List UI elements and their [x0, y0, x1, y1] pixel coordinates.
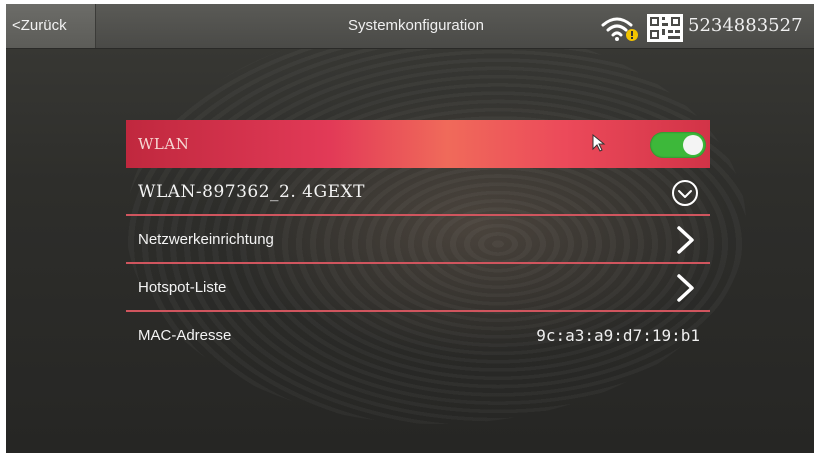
toggle-knob: [683, 135, 703, 155]
chevron-right-icon: [677, 226, 694, 254]
mac-address-row: MAC-Adresse 9c:a3:a9:d7:19:b1: [126, 312, 710, 360]
check-circle-icon: [672, 180, 698, 206]
mac-address-label: MAC-Adresse: [138, 327, 232, 344]
top-bar: <Zurück Systemkonfiguration 5234883527: [6, 4, 814, 49]
mac-address-value: 9c:a3:a9:d7:19:b1: [536, 326, 700, 345]
screen: <Zurück Systemkonfiguration 5234883527 W…: [6, 4, 814, 453]
qr-code-icon: [647, 14, 683, 42]
hotspot-list-row[interactable]: Hotspot-Liste: [126, 264, 710, 312]
back-button[interactable]: <Zurück: [6, 4, 96, 48]
network-setup-row[interactable]: Netzwerkeinrichtung: [126, 216, 710, 264]
wifi-warning-icon: [601, 17, 638, 41]
page-title: Systemkonfiguration: [348, 17, 484, 34]
network-row[interactable]: WLAN-897362_2. 4GEXT: [126, 168, 710, 216]
settings-list: WLAN WLAN-897362_2. 4GEXT Netzwerkeinric…: [126, 120, 710, 360]
wlan-row[interactable]: WLAN: [126, 120, 710, 168]
network-name: WLAN-897362_2. 4GEXT: [138, 182, 365, 202]
wlan-toggle[interactable]: [650, 132, 706, 158]
device-id: 5234883527: [688, 15, 803, 36]
hotspot-list-label: Hotspot-Liste: [138, 279, 227, 296]
chevron-right-icon: [677, 274, 694, 302]
mouse-cursor-icon: [592, 134, 606, 152]
wlan-label: WLAN: [138, 135, 190, 153]
network-setup-label: Netzwerkeinrichtung: [138, 231, 274, 248]
